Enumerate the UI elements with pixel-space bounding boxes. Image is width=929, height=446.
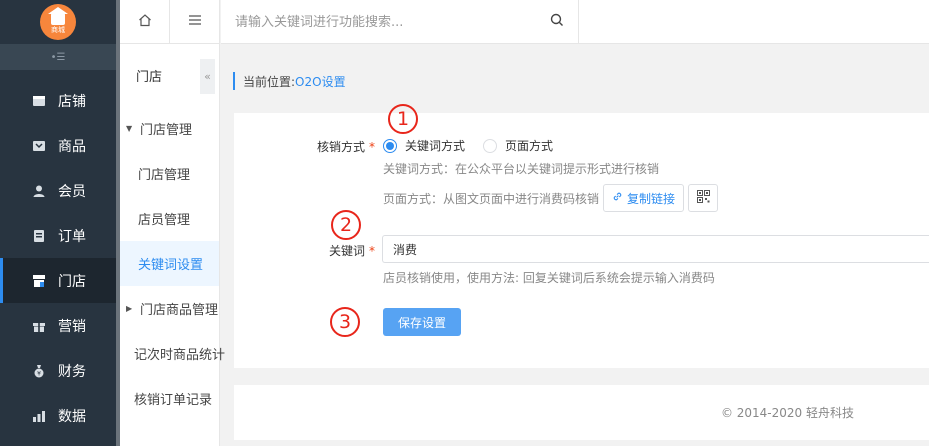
- sidebar-item-label: 店铺: [58, 93, 86, 110]
- subnav-item-label: 门店管理: [140, 123, 193, 138]
- keyword-method-hint: 关键词方式：在公众平台以关键词提示形式进行核销: [383, 162, 660, 176]
- copyright-text: © 2014-2020 轻舟科技: [720, 406, 854, 420]
- home-button[interactable]: [116, 0, 170, 43]
- subnav-item-label: 关键词设置: [138, 258, 204, 273]
- sidebar-item-label: 数据: [58, 408, 86, 425]
- sidebar-item-label: 商品: [58, 138, 86, 155]
- radio-dot: [483, 138, 498, 153]
- subnav-item-label: 门店商品管理: [140, 303, 219, 318]
- breadcrumb: 当前位置: O2O设置: [233, 72, 346, 90]
- subnav-item-timed-goods-stats[interactable]: 记次时商品统计: [116, 331, 225, 376]
- keyword-label-text: 关键词: [328, 244, 365, 258]
- sidebar-collapse-toggle[interactable]: •☰: [0, 44, 116, 70]
- save-settings-button[interactable]: 保存设置: [383, 308, 461, 336]
- money-bag-icon: ¥: [32, 364, 46, 378]
- house-icon: [48, 6, 68, 25]
- keyword-label: 关键词 *: [234, 242, 375, 259]
- sidebar-item-label: 门店: [58, 273, 86, 290]
- caret-right-icon: ▶: [126, 304, 133, 313]
- breadcrumb-current[interactable]: O2O设置: [295, 73, 346, 90]
- hamburger-icon: [188, 13, 202, 31]
- menu-collapse-icon: •☰: [50, 51, 66, 63]
- radio-page-method[interactable]: 页面方式: [483, 137, 553, 154]
- sidebar-item-orders[interactable]: 订单: [0, 213, 116, 258]
- verify-method-label: 核销方式 *: [234, 138, 375, 155]
- subnav-item-label: 核销订单记录: [134, 393, 213, 408]
- radio-label: 关键词方式: [405, 139, 466, 153]
- keyword-input[interactable]: [382, 235, 929, 263]
- bar-chart-icon: [32, 409, 46, 423]
- logo[interactable]: 商城: [40, 4, 76, 40]
- copy-link-button[interactable]: 复制链接: [603, 184, 685, 212]
- verify-method-radios: 关键词方式 页面方式: [383, 137, 571, 154]
- copy-link-label: 复制链接: [627, 191, 676, 206]
- sidebar-item-finance[interactable]: ¥ 财务: [0, 348, 116, 393]
- radio-dot: [383, 138, 397, 153]
- sidebar-item-label: 营销: [58, 318, 86, 335]
- secondary-sidebar: 门店 « ▼ 门店管理 门店管理 店员管理 关键词设置 ▶ 门店商品管理 记次时…: [116, 0, 225, 446]
- subnav-item-label: 店员管理: [138, 213, 191, 228]
- verify-method-label-text: 核销方式: [316, 140, 365, 154]
- subnav-item-store-manage[interactable]: 门店管理: [116, 151, 219, 196]
- logo-text: 商城: [51, 25, 65, 34]
- annotation-circle-3: 3: [330, 307, 360, 337]
- page-method-row: 页面方式：从图文页面中进行消费码核销 复制链接: [383, 184, 719, 212]
- gift-icon: [32, 319, 46, 333]
- logo-area: 商城: [0, 0, 116, 44]
- keyword-hint: 店员核销使用，使用方法: 回复关键词后系统会提示输入消费码: [383, 271, 715, 285]
- search-icon[interactable]: [550, 13, 564, 31]
- shop-icon: [32, 274, 46, 288]
- sidebar-toolbar: [116, 0, 219, 44]
- search-input[interactable]: [235, 7, 535, 37]
- store-icon: [32, 94, 46, 108]
- required-mark: *: [369, 244, 375, 258]
- svg-text:¥: ¥: [37, 370, 41, 377]
- sidebar-item-label: 订单: [58, 228, 86, 245]
- goods-icon: [32, 139, 46, 153]
- user-icon: [32, 184, 46, 198]
- subnav-title-text: 门店: [136, 69, 163, 85]
- search-box: [221, 0, 579, 44]
- breadcrumb-prefix: 当前位置:: [243, 74, 296, 89]
- subnav-fold-button[interactable]: «: [200, 59, 215, 94]
- double-chevron-left-icon: «: [204, 70, 211, 83]
- footer: © 2014-2020 轻舟科技: [234, 385, 929, 440]
- top-bar: [221, 0, 929, 44]
- subnav-list: ▼ 门店管理 门店管理 店员管理 关键词设置 ▶ 门店商品管理 记次时商品统计 …: [116, 106, 225, 421]
- settings-form: 核销方式 * 关键词方式 页面方式 关键词方式：在公众平台以关键词提示形式进行核销…: [234, 104, 929, 368]
- subnav-item-keyword-settings[interactable]: 关键词设置: [116, 241, 219, 286]
- subnav-item-label: 门店管理: [138, 168, 191, 183]
- sidebar-item-members[interactable]: 会员: [0, 168, 116, 213]
- caret-down-icon: ▼: [126, 124, 133, 133]
- sidebar-item-data[interactable]: 数据: [0, 393, 116, 438]
- page-method-hint: 页面方式：从图文页面中进行消费码核销: [383, 191, 600, 206]
- home-icon: [138, 13, 152, 31]
- annotation-circle-1: 1: [388, 104, 418, 134]
- required-mark: *: [369, 140, 375, 154]
- order-icon: [32, 229, 46, 243]
- radio-label: 页面方式: [505, 139, 554, 153]
- sidebar-item-stores[interactable]: 门店: [0, 258, 116, 303]
- subnav-item-clerk-manage[interactable]: 店员管理: [116, 196, 219, 241]
- sidebar-item-goods[interactable]: 商品: [0, 123, 116, 168]
- subnav-item-label: 记次时商品统计: [134, 348, 226, 363]
- qrcode-icon: [696, 190, 710, 206]
- sidebar-item-marketing[interactable]: 营销: [0, 303, 116, 348]
- subnav-group-store-goods[interactable]: ▶ 门店商品管理: [116, 286, 219, 331]
- primary-nav: 店铺 商品 会员 订单 门店 营销 ¥ 财务 数据: [0, 78, 116, 438]
- primary-sidebar: 商城 •☰ 店铺 商品 会员 订单 门店 营销 ¥ 财务 数据: [0, 0, 116, 446]
- menu-button[interactable]: [170, 0, 219, 43]
- annotation-circle-2: 2: [331, 210, 361, 240]
- sidebar-item-label: 会员: [58, 183, 86, 200]
- sidebar-item-label: 财务: [58, 363, 86, 380]
- radio-keyword-method[interactable]: 关键词方式: [383, 137, 465, 154]
- subnav-item-verify-order-records[interactable]: 核销订单记录: [116, 376, 219, 421]
- qrcode-button[interactable]: [688, 184, 719, 212]
- subnav-group-store-manage[interactable]: ▼ 门店管理: [116, 106, 219, 151]
- subnav-title: 门店 «: [116, 44, 219, 106]
- sidebar-item-store[interactable]: 店铺: [0, 78, 116, 123]
- link-icon: [612, 191, 623, 205]
- app-root: 商城 •☰ 店铺 商品 会员 订单 门店 营销 ¥ 财务 数据 门店 « ▼ 门…: [0, 0, 929, 446]
